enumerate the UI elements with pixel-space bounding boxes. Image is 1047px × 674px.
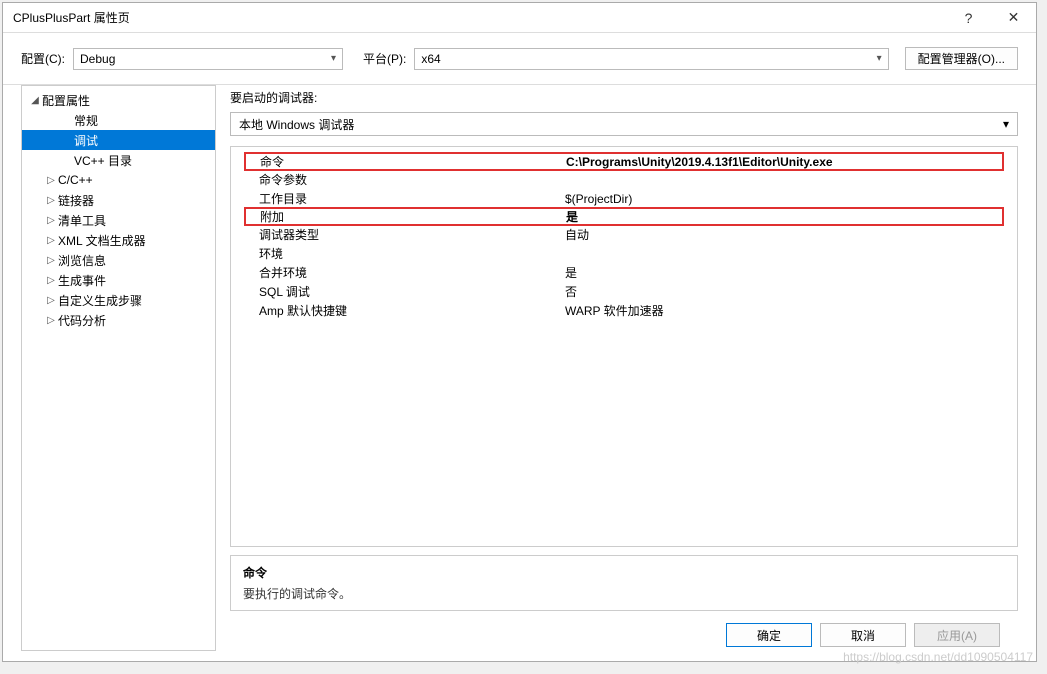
- property-value[interactable]: 是: [565, 264, 1003, 281]
- description-box: 命令 要执行的调试命令。: [230, 555, 1018, 611]
- tree-item[interactable]: ◢配置属性: [22, 90, 215, 110]
- config-row: 配置(C): Debug ▾ 平台(P): x64 ▾ 配置管理器(O)...: [3, 33, 1036, 84]
- property-row[interactable]: 环境: [245, 244, 1003, 263]
- tree-item[interactable]: ▷生成事件: [22, 270, 215, 290]
- config-label: 配置(C):: [21, 50, 65, 67]
- property-key: 合并环境: [245, 264, 565, 281]
- expand-closed-icon: ▷: [44, 275, 58, 286]
- platform-select[interactable]: x64 ▾: [414, 48, 888, 70]
- config-value: Debug: [80, 52, 115, 66]
- chevron-down-icon: ▾: [1003, 117, 1009, 131]
- property-value[interactable]: $(ProjectDir): [565, 192, 1003, 206]
- expand-closed-icon: ▷: [44, 255, 58, 266]
- property-value[interactable]: 自动: [565, 226, 1003, 243]
- property-key: 命令参数: [245, 171, 565, 188]
- tree-item[interactable]: ▷自定义生成步骤: [22, 290, 215, 310]
- tree-item-label: 浏览信息: [58, 252, 106, 269]
- property-row[interactable]: SQL 调试否: [245, 282, 1003, 301]
- main-area: ◢配置属性常规调试VC++ 目录▷C/C++▷链接器▷清单工具▷XML 文档生成…: [3, 84, 1036, 661]
- right-panel: 要启动的调试器: 本地 Windows 调试器 ▾ 命令C:\Programs\…: [226, 85, 1036, 661]
- property-key: 工作目录: [245, 190, 565, 207]
- tree-item[interactable]: ▷清单工具: [22, 210, 215, 230]
- expand-closed-icon: ▷: [44, 315, 58, 326]
- config-manager-button[interactable]: 配置管理器(O)...: [905, 47, 1018, 70]
- cancel-button[interactable]: 取消: [820, 623, 906, 647]
- tree-item[interactable]: 常规: [22, 110, 215, 130]
- property-row[interactable]: 命令C:\Programs\Unity\2019.4.13f1\Editor\U…: [244, 152, 1004, 171]
- expand-closed-icon: ▷: [44, 215, 58, 226]
- tree-item-label: 配置属性: [42, 92, 90, 109]
- description-text: 要执行的调试命令。: [243, 585, 1005, 602]
- close-button[interactable]: ✕: [991, 3, 1036, 33]
- tree-item[interactable]: ▷C/C++: [22, 170, 215, 190]
- property-row[interactable]: 调试器类型自动: [245, 225, 1003, 244]
- property-value[interactable]: WARP 软件加速器: [565, 302, 1003, 319]
- tree-item-label: VC++ 目录: [74, 152, 132, 169]
- ok-button[interactable]: 确定: [726, 623, 812, 647]
- expand-closed-icon: ▷: [44, 295, 58, 306]
- chevron-down-icon: ▾: [877, 53, 882, 64]
- property-row[interactable]: 合并环境是: [245, 263, 1003, 282]
- debugger-value: 本地 Windows 调试器: [239, 116, 354, 133]
- tree-item-label: 自定义生成步骤: [58, 292, 142, 309]
- tree-item[interactable]: VC++ 目录: [22, 150, 215, 170]
- chevron-down-icon: ▾: [331, 53, 336, 64]
- tree-item[interactable]: ▷XML 文档生成器: [22, 230, 215, 250]
- tree-item-label: 清单工具: [58, 212, 106, 229]
- property-page-window: CPlusPlusPart 属性页 ? ✕ 配置(C): Debug ▾ 平台(…: [2, 2, 1037, 662]
- platform-value: x64: [421, 52, 440, 66]
- property-key: 命令: [246, 153, 566, 170]
- tree-item[interactable]: ▷浏览信息: [22, 250, 215, 270]
- apply-button: 应用(A): [914, 623, 1000, 647]
- property-value[interactable]: 否: [565, 283, 1003, 300]
- tree-item-label: 调试: [74, 132, 98, 149]
- property-key: SQL 调试: [245, 283, 565, 300]
- tree-item[interactable]: 调试: [22, 130, 215, 150]
- titlebar-buttons: ? ✕: [946, 3, 1036, 33]
- property-value[interactable]: 是: [566, 208, 1002, 225]
- debugger-launch-label: 要启动的调试器:: [230, 85, 1018, 112]
- property-grid[interactable]: 命令C:\Programs\Unity\2019.4.13f1\Editor\U…: [230, 146, 1018, 547]
- expand-closed-icon: ▷: [44, 175, 58, 186]
- tree-item-label: XML 文档生成器: [58, 232, 146, 249]
- config-select[interactable]: Debug ▾: [73, 48, 343, 70]
- help-button[interactable]: ?: [946, 3, 991, 33]
- property-row[interactable]: 附加是: [244, 207, 1004, 226]
- tree-item-label: 代码分析: [58, 312, 106, 329]
- expand-closed-icon: ▷: [44, 195, 58, 206]
- tree-item-label: 链接器: [58, 192, 94, 209]
- window-title: CPlusPlusPart 属性页: [13, 9, 946, 26]
- tree-panel[interactable]: ◢配置属性常规调试VC++ 目录▷C/C++▷链接器▷清单工具▷XML 文档生成…: [21, 85, 216, 651]
- tree-item[interactable]: ▷代码分析: [22, 310, 215, 330]
- property-key: 调试器类型: [245, 226, 565, 243]
- property-key: 环境: [245, 245, 565, 262]
- tree-item-label: 生成事件: [58, 272, 106, 289]
- tree-item-label: 常规: [74, 112, 98, 129]
- tree-item[interactable]: ▷链接器: [22, 190, 215, 210]
- description-title: 命令: [243, 564, 1005, 581]
- footer-buttons: 确定 取消 应用(A): [230, 611, 1018, 661]
- platform-label: 平台(P):: [363, 50, 406, 67]
- expand-closed-icon: ▷: [44, 235, 58, 246]
- tree-item-label: C/C++: [58, 173, 93, 187]
- property-row[interactable]: Amp 默认快捷键WARP 软件加速器: [245, 301, 1003, 320]
- debugger-select[interactable]: 本地 Windows 调试器 ▾: [230, 112, 1018, 136]
- expand-open-icon: ◢: [28, 95, 42, 106]
- property-key: 附加: [246, 208, 566, 225]
- property-row[interactable]: 工作目录$(ProjectDir): [245, 189, 1003, 208]
- titlebar: CPlusPlusPart 属性页 ? ✕: [3, 3, 1036, 33]
- property-value[interactable]: C:\Programs\Unity\2019.4.13f1\Editor\Uni…: [566, 155, 1002, 169]
- property-row[interactable]: 命令参数: [245, 170, 1003, 189]
- property-key: Amp 默认快捷键: [245, 302, 565, 319]
